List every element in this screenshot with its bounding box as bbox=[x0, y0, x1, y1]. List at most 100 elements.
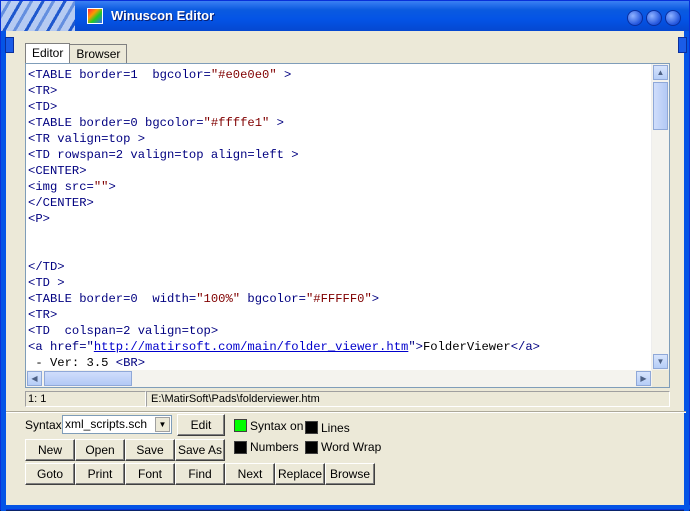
code-line: <TR> bbox=[28, 83, 652, 99]
code-token: "> bbox=[408, 340, 423, 354]
next-button[interactable]: Next bbox=[225, 463, 275, 485]
window-title: Winuscon Editor bbox=[111, 8, 215, 23]
tab-editor[interactable]: Editor bbox=[25, 43, 71, 64]
chevron-down-icon[interactable]: ▼ bbox=[155, 417, 170, 432]
lines-label: Lines bbox=[321, 421, 350, 435]
save-as-button[interactable]: Save As bbox=[175, 439, 225, 461]
find-button[interactable]: Find bbox=[175, 463, 225, 485]
code-token: <TR valign=top > bbox=[28, 132, 146, 146]
browse-button[interactable]: Browse bbox=[325, 463, 375, 485]
code-token: "#FFFFF0" bbox=[305, 292, 372, 306]
syntax-on-label: Syntax on bbox=[250, 419, 304, 433]
main-window: Winuscon Editor Editor Browser <TABLE bo… bbox=[0, 0, 690, 511]
code-token: "#ffffe1" bbox=[203, 116, 270, 130]
code-token: > bbox=[269, 116, 284, 130]
code-token: > bbox=[108, 180, 116, 194]
goto-button[interactable]: Goto bbox=[25, 463, 75, 485]
edit-button[interactable]: Edit bbox=[177, 414, 225, 436]
code-line: <TR valign=top > bbox=[28, 131, 652, 147]
code-token: <TD > bbox=[28, 276, 65, 290]
code-line: </TD> bbox=[28, 259, 652, 275]
tab-strip: Editor Browser bbox=[25, 43, 128, 64]
syntax-on-checkbox[interactable] bbox=[234, 419, 247, 432]
new-button[interactable]: New bbox=[25, 439, 75, 461]
right-resize-handle[interactable] bbox=[678, 37, 687, 53]
code-token: - Ver: 3.5 bbox=[28, 356, 116, 370]
scroll-left-button[interactable]: ◀ bbox=[27, 371, 42, 386]
code-line: <TABLE border=0 bgcolor="#ffffe1" > bbox=[28, 115, 652, 131]
left-resize-handle[interactable] bbox=[5, 37, 14, 53]
file-path: E:\MatirSoft\Pads\folderviewer.htm bbox=[146, 391, 670, 407]
horizontal-scrollbar[interactable]: ◀ ▶ bbox=[26, 370, 652, 387]
code-token: FolderViewer bbox=[422, 340, 511, 354]
code-token: <img src= bbox=[28, 180, 94, 194]
code-line: <TD colspan=2 valign=top> bbox=[28, 323, 652, 339]
numbers-label: Numbers bbox=[250, 440, 299, 454]
code-token: <P> bbox=[28, 212, 50, 226]
code-token: <TR> bbox=[28, 308, 58, 322]
code-line: <TABLE border=1 bgcolor="#e0e0e0" > bbox=[28, 67, 652, 83]
title-bar-decoration bbox=[1, 1, 75, 31]
minimize-button[interactable] bbox=[627, 10, 643, 26]
syntax-label: Syntax bbox=[25, 418, 62, 432]
maximize-button[interactable] bbox=[646, 10, 662, 26]
numbers-checkbox[interactable] bbox=[234, 441, 247, 454]
close-button[interactable] bbox=[665, 10, 681, 26]
code-token: bgcolor= bbox=[240, 292, 306, 306]
scroll-down-button[interactable]: ▼ bbox=[653, 354, 668, 369]
scroll-up-button[interactable]: ▲ bbox=[653, 65, 668, 80]
code-token: "#e0e0e0" bbox=[210, 68, 277, 82]
code-token: <a href=" bbox=[28, 340, 94, 354]
title-bar[interactable]: Winuscon Editor bbox=[1, 1, 689, 31]
code-link[interactable]: http://matirsoft.com/main/folder_viewer.… bbox=[94, 340, 409, 354]
status-bar: 1: 1 E:\MatirSoft\Pads\folderviewer.htm bbox=[25, 391, 670, 408]
code-token: <BR> bbox=[115, 356, 146, 370]
code-line: <TR> bbox=[28, 307, 652, 323]
code-editor[interactable]: <TABLE border=1 bgcolor="#e0e0e0" > <TR> <… bbox=[25, 63, 670, 388]
code-token: <TD rowspan=2 valign=top align=left > bbox=[28, 148, 299, 162]
code-token: > bbox=[371, 292, 380, 306]
divider bbox=[6, 411, 686, 413]
word-wrap-label: Word Wrap bbox=[321, 440, 382, 454]
code-token: <TD colspan=2 valign=top> bbox=[28, 324, 219, 338]
code-token: </CENTER> bbox=[28, 196, 94, 210]
scroll-right-button[interactable]: ▶ bbox=[636, 371, 651, 386]
tab-browser[interactable]: Browser bbox=[69, 44, 128, 63]
print-button[interactable]: Print bbox=[75, 463, 125, 485]
code-line: </CENTER> bbox=[28, 195, 652, 211]
syntax-select[interactable]: xml_scripts.sch ▼ bbox=[62, 415, 172, 434]
replace-button[interactable]: Replace bbox=[275, 463, 325, 485]
app-icon[interactable] bbox=[87, 8, 103, 24]
save-button[interactable]: Save bbox=[125, 439, 175, 461]
bottom-frame bbox=[1, 505, 690, 509]
left-frame bbox=[1, 31, 6, 511]
code-token: "100%" bbox=[196, 292, 241, 306]
code-token: <TABLE border=1 bgcolor= bbox=[28, 68, 211, 82]
code-token: <TABLE border=0 bgcolor= bbox=[28, 116, 204, 130]
code-line: <TABLE border=0 width="100%" bgcolor="#F… bbox=[28, 291, 652, 307]
vertical-scroll-thumb[interactable] bbox=[653, 82, 668, 130]
code-token: > bbox=[276, 68, 292, 82]
lines-checkbox[interactable] bbox=[305, 421, 318, 434]
syntax-select-value: xml_scripts.sch bbox=[65, 417, 148, 431]
code-line: <TD> bbox=[28, 99, 652, 115]
horizontal-scroll-thumb[interactable] bbox=[44, 371, 132, 386]
code-line: <TD > bbox=[28, 275, 652, 291]
code-token: <TABLE border=0 width= bbox=[28, 292, 197, 306]
open-button[interactable]: Open bbox=[75, 439, 125, 461]
vertical-scrollbar[interactable]: ▲ ▼ bbox=[651, 64, 669, 370]
code-line: <a href="http://matirsoft.com/main/folde… bbox=[28, 339, 652, 355]
font-button[interactable]: Font bbox=[125, 463, 175, 485]
scrollbar-corner bbox=[652, 370, 669, 387]
code-line: <img src=""> bbox=[28, 179, 652, 195]
code-line: <P> bbox=[28, 211, 652, 227]
code-token: <TD> bbox=[28, 100, 58, 114]
code-text-area[interactable]: <TABLE border=1 bgcolor="#e0e0e0" > <TR> <… bbox=[28, 67, 652, 370]
right-frame bbox=[684, 31, 689, 511]
cursor-position: 1: 1 bbox=[25, 391, 146, 407]
code-token: <CENTER> bbox=[28, 164, 87, 178]
code-line: <CENTER> bbox=[28, 163, 652, 179]
code-line: - Ver: 3.5 <BR> bbox=[28, 355, 652, 370]
word-wrap-checkbox[interactable] bbox=[305, 441, 318, 454]
